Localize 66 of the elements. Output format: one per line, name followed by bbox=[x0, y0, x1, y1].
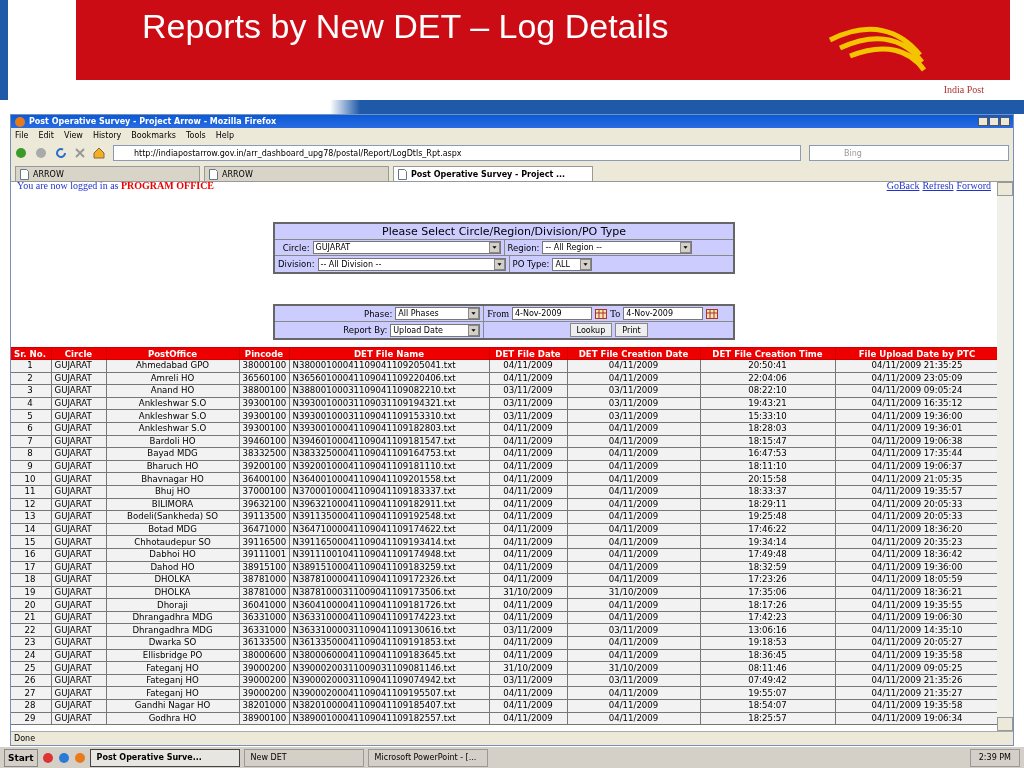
taskbar-item[interactable]: Post Operative Surve... bbox=[89, 748, 240, 767]
browser-tab[interactable]: Post Operative Survey - Project ... bbox=[393, 166, 593, 181]
calendar-icon[interactable] bbox=[594, 308, 607, 319]
browser-tab[interactable]: ARROW bbox=[15, 166, 200, 181]
field-label: PO Type: bbox=[512, 259, 550, 269]
filter-heading: Please Select Circle/Region/Division/PO Type bbox=[275, 224, 733, 240]
date-field[interactable]: 4-Nov-2009 bbox=[623, 307, 704, 320]
minimize-button[interactable] bbox=[978, 117, 988, 126]
field-label: Division: bbox=[278, 259, 315, 269]
field-label: Report By: bbox=[343, 325, 388, 335]
column-header: Sr. No. bbox=[11, 347, 51, 360]
window-title: Post Operative Survey - Project Arrow - Mozilla Firefox bbox=[29, 117, 277, 126]
column-header: Circle bbox=[51, 347, 106, 360]
browser-icon[interactable] bbox=[41, 751, 54, 764]
select-field[interactable]: Upload Date bbox=[390, 323, 481, 337]
menu-item[interactable]: Help bbox=[215, 130, 234, 140]
action-button[interactable]: Print bbox=[615, 323, 648, 337]
column-header: PostOffice bbox=[106, 347, 239, 360]
select-field[interactable]: -- All Division -- bbox=[317, 257, 506, 271]
browser-icon[interactable] bbox=[57, 751, 70, 764]
date-field[interactable]: 4-Nov-2009 bbox=[511, 307, 592, 320]
action-button[interactable]: Lookup bbox=[569, 323, 613, 337]
nav-link[interactable]: Refresh bbox=[922, 182, 954, 192]
menu-item[interactable]: View bbox=[63, 130, 83, 140]
select-field[interactable]: ALL bbox=[552, 257, 593, 271]
column-header: Pincode bbox=[239, 347, 289, 360]
column-header: DET File Name bbox=[289, 347, 489, 360]
field-label: From bbox=[487, 308, 509, 319]
menu-item[interactable]: Edit bbox=[38, 130, 54, 140]
home-icon[interactable] bbox=[93, 147, 105, 159]
column-header: DET File Date bbox=[489, 347, 567, 360]
taskbar-item[interactable]: Microsoft PowerPoint - [... bbox=[367, 748, 488, 767]
column-header: DET File Creation Time bbox=[700, 347, 835, 360]
address-field[interactable]: http://indiapostarrow.gov.in/arr_dashboard_upg78/postal/Report/LogDtls_Rpt.aspx bbox=[113, 145, 801, 161]
select-field[interactable]: All Phases bbox=[395, 307, 481, 320]
taskbar-item[interactable]: New DET bbox=[243, 748, 364, 767]
back-icon[interactable] bbox=[15, 147, 27, 159]
nav-link[interactable]: GoBack bbox=[886, 182, 920, 192]
field-label: Circle: bbox=[282, 242, 310, 253]
scrollbar[interactable] bbox=[997, 182, 1013, 731]
nav-link[interactable]: Forword bbox=[956, 182, 991, 192]
page-icon bbox=[209, 168, 218, 180]
page-icon bbox=[398, 168, 407, 180]
menu-item[interactable]: History bbox=[92, 130, 122, 140]
start-button[interactable]: Start bbox=[4, 748, 38, 767]
maximize-button[interactable] bbox=[989, 117, 999, 126]
column-header: DET File Creation Date bbox=[567, 347, 700, 360]
calendar-icon[interactable] bbox=[706, 308, 719, 319]
browser-tab[interactable]: ARROW bbox=[204, 166, 389, 181]
page-icon bbox=[20, 168, 29, 180]
slide-title: Reports by New DET – Log Details bbox=[142, 6, 669, 46]
menu-item[interactable]: Tools bbox=[186, 130, 206, 140]
select-field[interactable]: GUJARAT bbox=[312, 241, 501, 254]
status-text: Done bbox=[11, 731, 1013, 745]
menu-item[interactable]: File bbox=[15, 130, 29, 140]
column-header: File Upload Date by PTC bbox=[835, 347, 997, 360]
clock: 2:39 PM bbox=[978, 753, 1011, 762]
select-field[interactable]: -- All Region -- bbox=[542, 241, 693, 254]
field-label: Region: bbox=[507, 242, 540, 253]
login-status: You are now logged in as PROGRAM OFFICE bbox=[17, 182, 215, 192]
logo-caption: India Post bbox=[943, 84, 984, 95]
close-button[interactable] bbox=[1000, 117, 1010, 126]
field-label: To bbox=[609, 308, 621, 319]
field-label: Phase: bbox=[364, 308, 393, 319]
menu-item[interactable]: Bookmarks bbox=[131, 130, 177, 140]
reload-icon[interactable] bbox=[55, 147, 67, 159]
